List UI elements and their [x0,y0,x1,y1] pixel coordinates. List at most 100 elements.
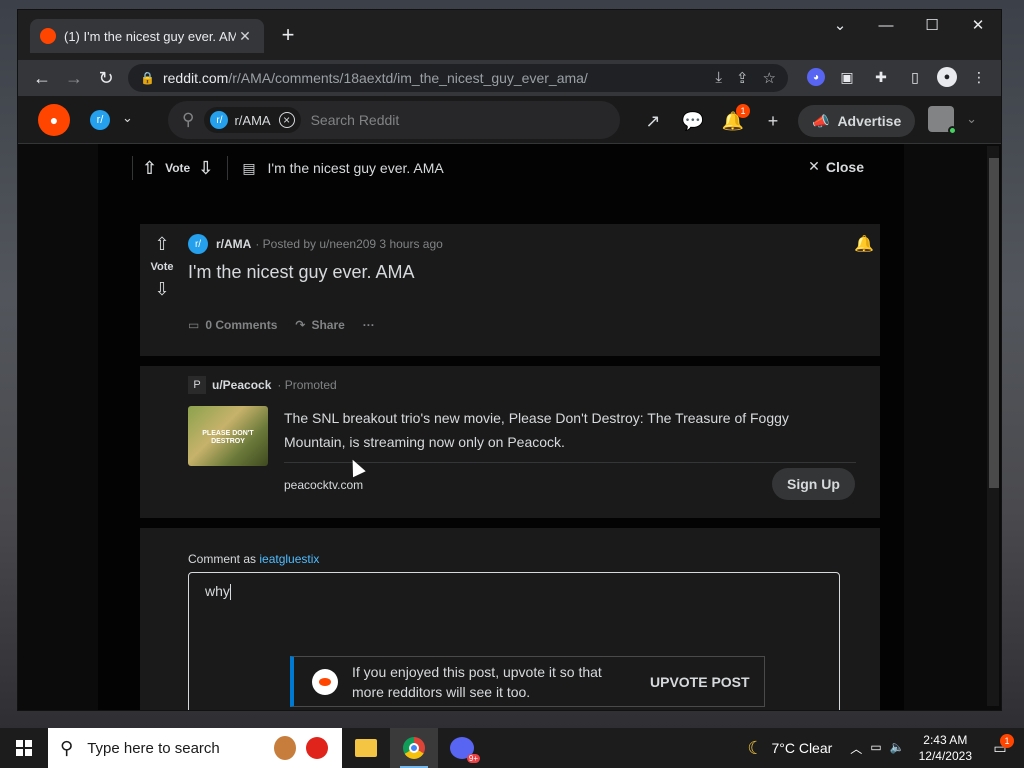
upvote-arrow-icon[interactable]: ⇧ [142,158,157,179]
taskbar-search-box[interactable]: ⚲ Type here to search [48,728,342,768]
community-dropdown-chevron-icon[interactable]: ⌄ [122,110,133,126]
ad-thumbnail-image[interactable]: PLEASE DON'T DESTROY [188,406,268,466]
ornament-search-highlight-icon [306,737,328,759]
ad-user-link[interactable]: u/Peacock [212,378,271,392]
post-actions: ▭ 0 Comments ↷ Share ··· [188,318,375,332]
page-scrollbar[interactable] [987,146,999,706]
sign-up-button[interactable]: Sign Up [772,468,855,500]
user-menu[interactable]: ⌄ [928,106,977,135]
upvote-post-button[interactable]: UPVOTE POST [650,674,750,690]
taskbar-discord[interactable]: 9+ [438,728,486,768]
reddit-favicon-icon [40,28,56,44]
comment-as-label: Comment as ieatgluestix [188,552,319,566]
post-upvote-icon[interactable]: ⇧ [146,234,178,255]
puzzle-extensions-icon[interactable]: ✚ [869,65,893,89]
forward-button[interactable]: → [58,62,90,94]
clock[interactable]: 2:43 AM 12/4/2023 [919,732,972,764]
snoo-mascot-icon [312,668,338,695]
user-avatar [928,106,958,135]
taskbar-chrome[interactable] [390,728,438,768]
taskbar-search-placeholder: Type here to search [87,739,220,757]
reddit-logo-icon[interactable]: ● [38,104,70,136]
title-bar: (1) I'm the nicest guy ever. AMA ✕ + ⌄ —… [18,10,1001,60]
community-icon[interactable]: r/ [90,110,110,130]
advertise-label: Advertise [837,113,902,129]
subreddit-avatar-icon[interactable]: r/ [188,234,208,254]
reload-button[interactable]: ↻ [90,62,122,94]
clock-date: 12/4/2023 [918,749,972,763]
comment-as-prefix: Comment as [188,552,260,566]
extension-icon[interactable]: ▣ [835,65,859,89]
minimize-button[interactable]: — [863,10,909,40]
popular-arrow-icon[interactable]: ↗ [638,106,668,136]
start-button[interactable] [0,728,48,768]
tray-icons: ︿ ▭ 🔈 [850,740,904,757]
comments-button[interactable]: ▭ 0 Comments [188,318,277,332]
close-icon: ✕ [808,158,820,174]
overlay-post-title: I'm the nicest guy ever. AMA [267,160,444,176]
search-icon: ⚲ [182,110,195,129]
close-overlay-button[interactable]: ✕ Close [808,158,864,175]
peacock-favicon-icon: P [188,376,206,394]
ad-text[interactable]: The SNL breakout trio's new movie, Pleas… [284,406,844,454]
post-vote-label: Vote [150,261,174,273]
weather-text: 7°C Clear [771,740,833,756]
divider [132,156,133,180]
share-label: Share [311,318,345,332]
chat-icon[interactable]: 💬 [678,106,708,136]
overlay-header: ⇧ Vote ⇩ ▤ I'm the nicest guy ever. AMA … [98,144,904,192]
side-panel-icon[interactable]: ▯ [903,65,927,89]
notification-badge: 1 [736,104,750,118]
post-overlay: ⇧ Vote ⇩ ▤ I'm the nicest guy ever. AMA … [98,144,904,710]
back-button[interactable]: ← [26,62,58,94]
share-page-icon[interactable]: ⇪ [736,69,749,87]
search-input[interactable]: Search Reddit [311,112,400,128]
text-caret [229,584,231,601]
maximize-button[interactable]: ☐ [909,10,955,40]
post-downvote-icon[interactable]: ⇩ [146,279,178,300]
remove-chip-icon[interactable]: × [278,112,295,128]
subreddit-link[interactable]: r/AMA [216,237,251,251]
weather-widget[interactable]: ☾ 7°C Clear [747,738,832,759]
comments-label: 0 Comments [205,318,278,332]
profile-avatar-icon[interactable]: ● [937,67,957,87]
taskbar-file-explorer[interactable] [342,728,390,768]
header-actions: ↗ 💬 🔔 1 + 📣 Advertise [638,104,916,137]
more-options-button[interactable]: ··· [363,318,375,332]
post-document-icon: ▤ [242,159,256,176]
reddit-header: ● r/ ⌄ ⚲ r/ r/AMA × Search Reddit ↗ 💬 🔔 1… [18,96,1001,144]
tab-search-chevron-icon[interactable]: ⌄ [817,10,863,40]
post-card: ⇧ Vote ⇩ r/ r/AMA · Posted by u/neen209 … [140,224,880,356]
advertise-button[interactable]: 📣 Advertise [798,105,916,137]
create-post-plus-icon[interactable]: + [758,106,788,136]
show-hidden-icons-chevron-icon[interactable]: ︿ [850,740,862,757]
reddit-search-bar[interactable]: ⚲ r/ r/AMA × Search Reddit [168,101,620,139]
posted-by-text: · Posted by u/neen209 3 hours ago [255,237,443,251]
ad-domain-link[interactable]: peacocktv.com [284,478,363,492]
community-search-chip[interactable]: r/ r/AMA × [204,107,301,133]
follow-post-bell-icon[interactable]: 🔔 [854,234,874,254]
new-tab-button[interactable]: + [276,22,300,48]
share-arrow-icon: ↷ [295,318,306,332]
chrome-icon [403,737,425,759]
tab-close-icon[interactable]: ✕ [236,28,254,45]
chrome-menu-icon[interactable]: ⋮ [967,65,991,89]
site-info-icon[interactable]: 🔒 [140,71,155,85]
divider [227,156,229,180]
system-tray: ☾ 7°C Clear ︿ ▭ 🔈 2:43 AM 12/4/2023 ▭ 1 [747,728,1024,768]
close-window-button[interactable]: ✕ [955,10,1001,40]
scrollbar-thumb[interactable] [989,158,999,488]
install-app-icon[interactable]: ⤓ [715,69,722,87]
bookmark-star-icon[interactable]: ☆ [763,69,776,87]
notifications-bell-icon[interactable]: 🔔 1 [718,104,750,136]
downvote-arrow-icon[interactable]: ⇩ [198,158,213,179]
overlay-vote-label: Vote [165,161,191,175]
browser-tab[interactable]: (1) I'm the nicest guy ever. AMA ✕ [30,19,264,53]
share-button[interactable]: ↷ Share [295,318,344,332]
volume-muted-icon[interactable]: 🔈 [890,740,905,757]
discord-extension-icon[interactable]: ◕ [807,68,825,86]
comment-username-link[interactable]: ieatgluestix [259,552,319,566]
notification-center-icon[interactable]: ▭ 1 [988,734,1014,760]
network-icon[interactable]: ▭ [870,740,881,757]
address-bar[interactable]: 🔒 reddit.com/r/AMA/comments/18aextd/im_t… [128,64,788,92]
